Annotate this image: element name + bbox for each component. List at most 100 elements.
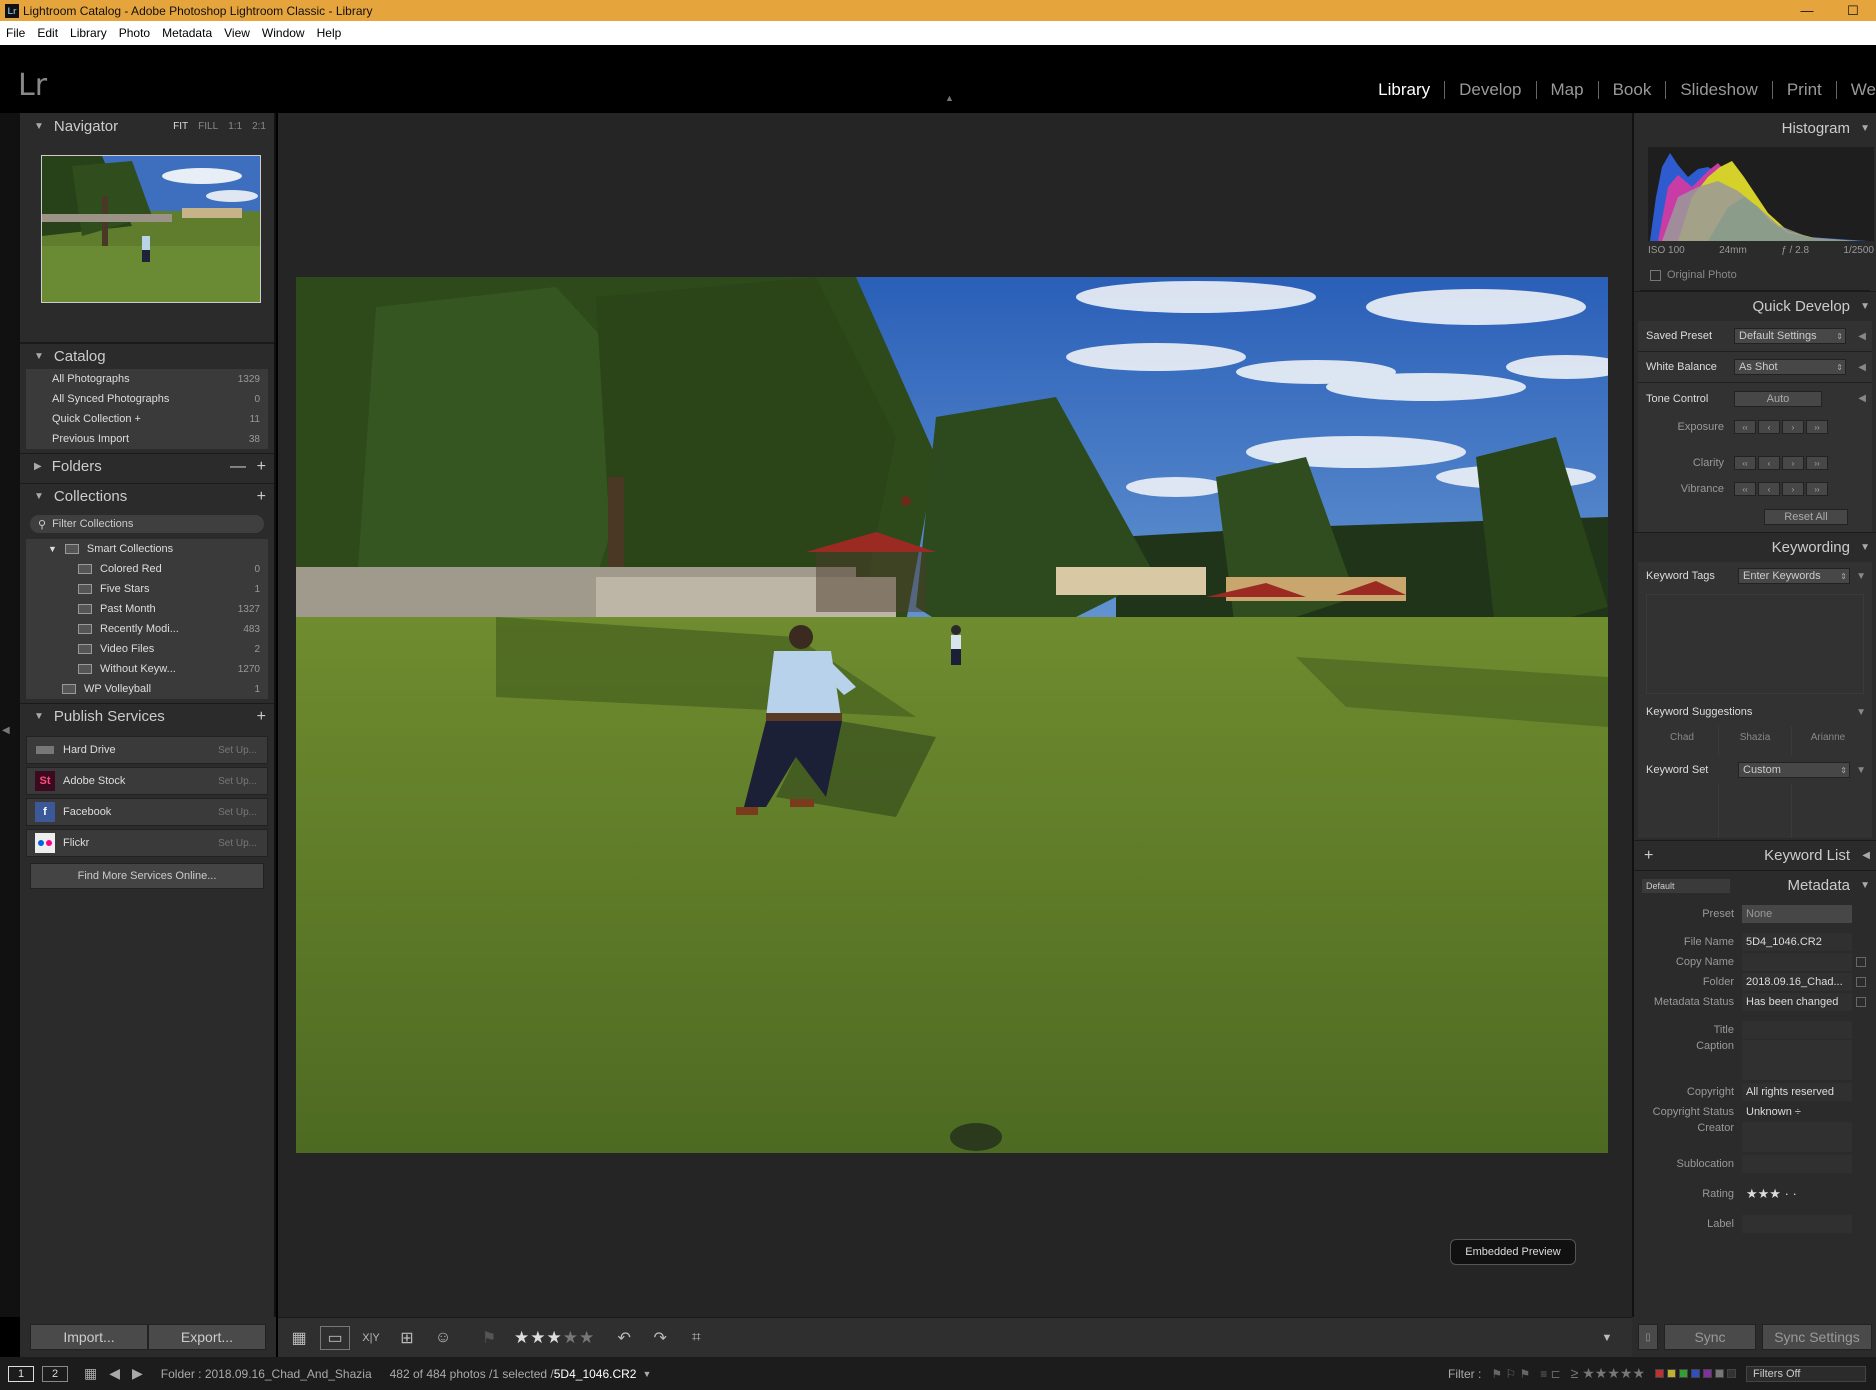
decrease-button[interactable]: ‹ [1758,482,1780,496]
setup-link[interactable]: Set Up... [218,776,257,787]
people-view-icon[interactable]: ☺ [428,1326,458,1350]
decrease-button[interactable]: ‹ [1758,420,1780,434]
keyword-set-cell[interactable] [1646,784,1719,838]
module-map[interactable]: Map [1537,80,1598,100]
quick-develop-header[interactable]: Quick Develop ▼ [1634,291,1876,321]
navigator-header[interactable]: ▼ Navigator FIT FILL 1:1 2:1 [20,113,274,139]
catalog-item-all-photographs[interactable]: All Photographs 1329 [26,369,268,389]
smart-collection-item[interactable]: Video Files 2 [26,639,268,659]
setup-link[interactable]: Set Up... [218,838,257,849]
survey-view-icon[interactable]: ⊞ [392,1326,422,1350]
preset-select[interactable]: None [1742,905,1852,923]
flag-filter-icon[interactable]: ⚑ ⚐ ⚑ [1491,1367,1530,1381]
expand-arrow-icon[interactable]: ▼ [1856,571,1866,582]
flag-pick-icon[interactable]: ⚑ [474,1326,504,1350]
expand-arrow-icon[interactable]: ◀ [1858,362,1866,373]
filter-preset-select[interactable]: Filters Off [1746,1365,1866,1382]
edit-filter-icon[interactable]: ≡ ⊏ [1540,1367,1560,1381]
saved-preset-select[interactable]: Default Settings ⇕ [1734,328,1846,344]
setup-link[interactable]: Set Up... [218,807,257,818]
histogram-graph[interactable] [1648,147,1874,241]
other-label-icon[interactable] [1727,1369,1736,1378]
nav-2-1[interactable]: 2:1 [252,121,266,132]
catalog-item-all-synced[interactable]: All Synced Photographs 0 [26,389,268,409]
disclosure-triangle-icon[interactable]: ▼ [34,711,44,722]
keyword-list-header[interactable]: + Keyword List ◀ [1634,840,1876,870]
filter-collections-input[interactable]: ⚲ Filter Collections [30,515,264,533]
increase-button[interactable]: › [1782,456,1804,470]
expand-arrow-icon[interactable]: ◀ [1858,393,1866,404]
copyright-field[interactable]: All rights reserved [1742,1083,1852,1101]
menu-photo[interactable]: Photo [113,26,156,40]
color-label-filter[interactable] [1655,1369,1736,1378]
star-icon[interactable]: ★ [530,1328,546,1348]
copyright-status-select[interactable]: Unknown ÷ [1742,1103,1852,1121]
smart-collection-item[interactable]: Colored Red 0 [26,559,268,579]
module-book[interactable]: Book [1599,80,1666,100]
original-photo-checkbox[interactable]: Original Photo [1650,269,1737,281]
disclosure-triangle-icon[interactable]: ▼ [1860,301,1870,312]
rotate-right-icon[interactable]: ↷ [645,1326,675,1350]
menu-library[interactable]: Library [64,26,113,40]
module-library[interactable]: Library [1364,80,1444,100]
forward-arrow-icon[interactable]: ▶ [132,1365,143,1382]
star-icon[interactable]: ★ [547,1328,563,1348]
title-field[interactable] [1742,1021,1852,1039]
disclosure-triangle-icon[interactable]: ▼ [48,544,57,554]
auto-tone-button[interactable]: Auto [1734,390,1822,407]
left-panel-handle[interactable]: ◀ [0,113,20,1317]
keyword-suggestion[interactable]: Chad [1646,726,1719,756]
primary-display-button[interactable]: 1 [8,1365,34,1382]
star-icon[interactable]: ★ [514,1328,530,1348]
smart-collection-item[interactable]: Five Stars 1 [26,579,268,599]
add-publish-service-icon[interactable]: + [257,708,266,726]
keywording-header[interactable]: Keywording ▼ [1634,532,1876,562]
disclosure-triangle-icon[interactable]: ▼ [34,491,44,502]
nav-fill[interactable]: FILL [198,121,218,132]
sublocation-field[interactable] [1742,1155,1852,1173]
increase-button[interactable]: › [1782,482,1804,496]
secondary-display-button[interactable]: 2 [42,1365,68,1382]
menu-file[interactable]: File [0,26,31,40]
menu-view[interactable]: View [218,26,256,40]
publish-adobe-stock[interactable]: St Adobe Stock Set Up... [26,767,268,795]
disclosure-triangle-icon[interactable]: ▼ [34,121,44,132]
decrease-large-button[interactable]: ‹‹ [1734,456,1756,470]
selected-file-name[interactable]: 5D4_1046.CR2 [554,1367,637,1381]
nav-1-1[interactable]: 1:1 [228,121,242,132]
main-photo[interactable] [296,277,1608,1153]
folders-header[interactable]: ▶ Folders — + [20,453,274,479]
find-more-services-button[interactable]: Find More Services Online... [30,863,264,889]
purple-label-icon[interactable] [1703,1369,1712,1378]
maximize-button[interactable]: ☐ [1830,0,1876,21]
export-button[interactable]: Export... [148,1324,266,1350]
chevron-down-icon[interactable]: ▼ [642,1369,651,1379]
expand-arrow-icon[interactable]: ◀ [1858,331,1866,342]
catalog-item-previous-import[interactable]: Previous Import 38 [26,429,268,449]
decrease-large-button[interactable]: ‹‹ [1734,420,1756,434]
increase-large-button[interactable]: ›› [1806,420,1828,434]
disclosure-triangle-icon[interactable]: ▼ [1860,123,1870,134]
increase-large-button[interactable]: ›› [1806,482,1828,496]
creator-field[interactable] [1742,1122,1852,1152]
loupe-view-icon[interactable]: ▭ [320,1325,350,1350]
green-label-icon[interactable] [1679,1369,1688,1378]
sync-settings-button[interactable]: Sync Settings [1762,1324,1872,1350]
increase-large-button[interactable]: ›› [1806,456,1828,470]
red-label-icon[interactable] [1655,1369,1664,1378]
top-panel-caret-icon[interactable]: ▲ [945,93,954,103]
toolbar-menu-chevron-icon[interactable]: ▼ [1592,1326,1622,1350]
star-icon[interactable]: ★ [579,1328,595,1348]
menu-help[interactable]: Help [311,26,348,40]
rating-filter-icon[interactable]: ≥ ★★★★★ [1571,1365,1645,1382]
rating-stars[interactable]: ★ ★ ★ ★ ★ [514,1328,595,1348]
collection-set-wp-volleyball[interactable]: WP Volleyball 1 [26,679,268,699]
keyword-set-cell[interactable] [1792,784,1864,838]
remove-folder-icon[interactable]: — [230,458,246,476]
menu-edit[interactable]: Edit [31,26,64,40]
rating-field[interactable]: ★★★ · · [1742,1185,1852,1203]
grid-icon[interactable]: ▦ [84,1365,97,1382]
publish-flickr[interactable]: Flickr Set Up... [26,829,268,857]
add-collection-icon[interactable]: + [257,488,266,506]
field-action-icon[interactable] [1856,957,1866,967]
